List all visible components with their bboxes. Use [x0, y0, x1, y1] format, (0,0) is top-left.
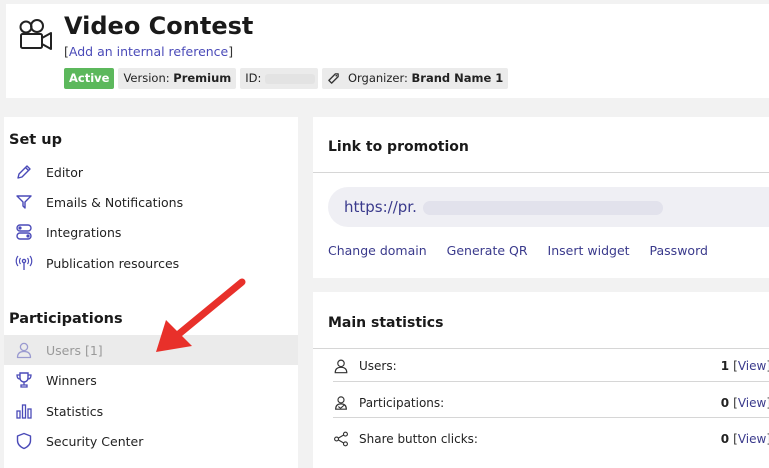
stat-label: Participations:: [359, 396, 445, 410]
stat-value: 1: [720, 359, 730, 373]
header-badges: Active Version: Premium ID: Organizer: B…: [64, 68, 509, 89]
user-icon: [14, 340, 34, 360]
main-statistics-card: Main statistics Users: 1 [View] Particip…: [313, 292, 769, 468]
view-link-wrapper: [View]: [733, 359, 769, 373]
version-value: Premium: [173, 71, 232, 85]
change-domain-link[interactable]: Change domain: [328, 243, 427, 258]
organizer-badge[interactable]: Organizer: Brand Name 1: [322, 68, 509, 89]
promotion-link-card: Link to promotion https://pr. Change dom…: [313, 117, 769, 278]
add-internal-reference-link[interactable]: Add an internal reference: [69, 44, 228, 59]
participations-icon: [333, 395, 353, 411]
sidebar-item-integrations[interactable]: Integrations: [4, 217, 298, 247]
ref-bracket-close: ]: [228, 44, 234, 59]
sidebar-item-security-center[interactable]: Security Center: [4, 426, 298, 456]
sidebar-item-emails-notifications[interactable]: Emails & Notifications: [4, 187, 298, 217]
id-badge: ID:: [240, 68, 319, 89]
sidebar-item-label: Users [1]: [46, 342, 103, 358]
send-icon: [14, 192, 34, 212]
promotion-url: https://pr.: [344, 198, 417, 216]
status-badge: Active: [64, 68, 115, 89]
generate-qr-link[interactable]: Generate QR: [447, 243, 528, 258]
broadcast-icon: [14, 253, 34, 273]
id-value-redacted: [265, 73, 316, 84]
view-share-clicks-link[interactable]: View: [738, 432, 766, 446]
setup-section-title: Set up: [9, 132, 62, 148]
divider: [313, 172, 769, 173]
promotion-url-field[interactable]: https://pr.: [328, 187, 769, 227]
trophy-icon: [14, 370, 34, 390]
sidebar-item-winners[interactable]: Winners: [4, 365, 298, 395]
sidebar-item-editor[interactable]: Editor: [4, 157, 298, 187]
sidebar-item-label: Winners: [46, 372, 97, 388]
sidebar-item-label: Integrations: [46, 224, 122, 240]
user-icon: [333, 358, 353, 374]
url-redacted: [422, 200, 663, 215]
tag-icon: [328, 73, 340, 84]
insert-widget-link[interactable]: Insert widget: [548, 243, 630, 258]
share-icon: [333, 431, 353, 447]
stat-label: Share button clicks:: [359, 432, 478, 446]
view-users-link[interactable]: View: [738, 359, 766, 373]
shield-icon: [14, 431, 34, 451]
stat-row-participations: Participations: 0 [View]: [333, 388, 769, 418]
version-badge: Version: Premium: [118, 68, 237, 89]
sidebar-item-label: Editor: [46, 164, 83, 180]
pencil-icon: [14, 162, 34, 182]
organizer-label: Organizer:: [347, 71, 408, 85]
view-link-wrapper: [View]: [733, 396, 769, 410]
sidebar-item-label: Publication resources: [46, 255, 180, 271]
internal-reference: [Add an internal reference]: [64, 44, 233, 59]
stat-value: 0: [720, 432, 730, 446]
stat-value: 0: [720, 396, 730, 410]
sidebar-item-label: Security Center: [46, 433, 144, 449]
bar-chart-icon: [14, 401, 34, 421]
video-camera-icon: [19, 19, 52, 50]
sidebar-item-label: Emails & Notifications: [46, 194, 184, 210]
sidebar-item-label: Statistics: [46, 403, 104, 419]
red-arrow-annotation: [156, 278, 246, 352]
view-participations-link[interactable]: View: [738, 396, 766, 410]
view-link-wrapper: [View]: [733, 432, 769, 446]
toggles-icon: [14, 222, 34, 242]
password-link[interactable]: Password: [650, 243, 708, 258]
promotion-actions: Change domain Generate QR Insert widget …: [328, 243, 708, 258]
page-title: Video Contest: [64, 12, 254, 40]
promotion-card-title: Link to promotion: [328, 139, 469, 155]
sidebar-item-statistics[interactable]: Statistics: [4, 396, 298, 426]
statistics-card-title: Main statistics: [328, 315, 444, 331]
version-label: Version:: [123, 71, 170, 85]
promotion-header: Video Contest [Add an internal reference…: [6, 4, 769, 98]
divider: [313, 348, 769, 349]
divider: [333, 417, 769, 418]
stat-row-users: Users: 1 [View]: [333, 351, 769, 381]
id-label: ID:: [245, 71, 262, 85]
stat-label: Users:: [359, 359, 397, 373]
participations-section-title: Participations: [9, 311, 123, 327]
divider: [333, 381, 769, 382]
organizer-value: Brand Name 1: [411, 71, 504, 85]
stat-row-share-clicks: Share button clicks: 0 [View]: [333, 424, 769, 454]
